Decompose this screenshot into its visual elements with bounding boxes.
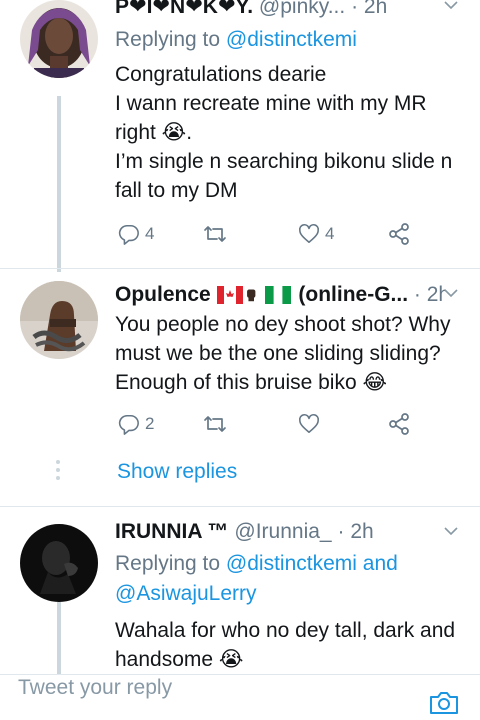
nigeria-flag-icon [264,286,291,304]
divider [0,506,480,507]
reply-count: 2 [145,414,155,433]
avatar[interactable] [20,0,98,78]
tweet-header: Opulence (online-G... · 2h [115,280,446,310]
replying-to-label: Replying to [115,552,221,575]
tweet-text: Wahala for who no dey tall, dark and han… [115,619,456,671]
mention-and: and [362,552,398,575]
retweet-button[interactable] [203,219,227,249]
mention-link[interactable]: @AsiwajuLerry [115,582,257,605]
user-handle[interactable]: @Irunnia_ [234,520,331,543]
heart-icon [299,223,319,244]
camera-icon[interactable] [428,689,460,720]
like-button[interactable]: 4 [298,219,334,249]
thread-line [57,96,61,272]
share-icon [389,413,409,435]
show-replies-link[interactable]: Show replies [117,457,237,487]
retweet-icon [204,416,226,432]
retweet-icon [204,226,226,242]
reply-input[interactable]: Tweet your reply [18,673,172,703]
tweet-text: You people no dey shoot shot? Why must w… [115,313,451,394]
chevron-down-icon[interactable] [444,0,458,12]
share-button[interactable] [387,219,411,249]
timestamp[interactable]: 2h [350,520,373,543]
tweet-actions: 2 [115,409,460,439]
mention-link[interactable]: @distinctkemi [226,28,357,51]
display-name[interactable]: IRUNNIA ™ [115,520,229,543]
separator-dot: · [413,283,421,306]
replying-to-label: Replying to [115,28,221,51]
replying-to: Replying to @distinctkemi and @AsiwajuLe… [115,549,460,609]
reply-button[interactable]: 2 [118,409,154,439]
like-count: 4 [325,224,335,243]
reply-button[interactable]: 4 [118,219,154,249]
share-button[interactable] [387,409,411,439]
tweet-text: Congratulations dearie I wann recreate m… [115,63,453,202]
reply-compose-bar: Tweet your reply [0,673,480,714]
reply-count: 4 [145,224,155,243]
thread-dots [56,460,62,484]
divider [0,268,480,269]
canada-flag-icon [216,286,243,304]
separator-dot: · [351,0,359,18]
tweet-header: IRUNNIA ™ @Irunnia_ · 2h [115,517,446,547]
tweet-actions: 4 4 [115,219,460,249]
retweet-button[interactable] [203,409,227,439]
like-button[interactable] [298,409,320,439]
display-name[interactable]: Opulence [115,283,211,306]
replying-to: Replying to @distinctkemi [115,25,460,55]
chevron-down-icon[interactable] [444,286,458,300]
share-icon [389,223,409,245]
display-name[interactable]: P❤I❤N❤K❤Y. [115,0,253,18]
mention-link[interactable]: @distinctkemi [226,552,357,575]
tweet-header: P❤I❤N❤K❤Y. @pinky... · 2h [115,0,446,22]
chevron-down-icon[interactable] [444,524,458,538]
avatar[interactable] [20,524,98,602]
heart-icon [299,413,319,434]
separator-dot: · [337,520,345,543]
reply-icon [118,414,139,435]
timestamp[interactable]: 2h [364,0,387,18]
reply-icon [118,224,139,245]
thread-line [57,602,61,674]
display-name-suffix[interactable]: (online-G... [298,283,408,306]
user-handle[interactable]: @pinky... [259,0,345,18]
raised-fist-icon [246,289,255,302]
avatar[interactable] [20,281,98,359]
